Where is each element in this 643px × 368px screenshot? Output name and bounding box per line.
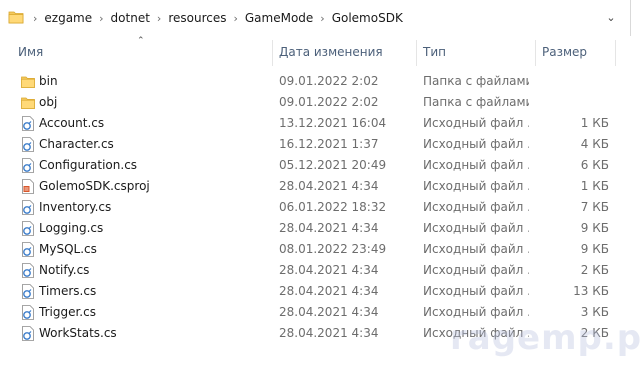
file-date: 28.04.2021 4:34 — [279, 305, 379, 319]
file-row[interactable]: Account.cs 13.12.2021 16:04 Исходный файл … — [0, 113, 643, 134]
file-date: 08.01.2022 23:49 — [279, 242, 387, 256]
file-type: Исходный файл ... — [423, 221, 529, 235]
breadcrumb-item[interactable]: resources — [168, 11, 226, 25]
chevron-right-icon[interactable]: › — [320, 12, 324, 25]
file-name: bin — [39, 74, 58, 88]
file-type: Исходный файл ... — [423, 158, 529, 172]
breadcrumb-item[interactable]: ezgame — [44, 11, 92, 25]
column-divider[interactable] — [615, 40, 616, 66]
cs-file-icon — [21, 221, 35, 236]
file-size: 9 КБ — [580, 221, 609, 235]
file-name: obj — [39, 95, 58, 109]
cs-file-icon — [21, 137, 35, 152]
file-type: Папка с файлами — [423, 74, 529, 88]
file-name: WorkStats.cs — [39, 326, 117, 340]
file-type: Исходный файл ... — [423, 137, 529, 151]
file-type: Исходный файл ... — [423, 116, 529, 130]
cs-file-icon — [21, 326, 35, 341]
column-divider[interactable] — [272, 40, 273, 66]
chevron-right-icon[interactable]: › — [99, 12, 103, 25]
address-bar[interactable]: › ezgame › dotnet › resources › GameMode › Golemo… — [0, 0, 643, 36]
cs-file-icon — [21, 263, 35, 278]
file-date: 28.04.2021 4:34 — [279, 284, 379, 298]
file-date: 13.12.2021 16:04 — [279, 116, 387, 130]
file-type: Исходный файл ... — [423, 242, 529, 256]
file-name: Account.cs — [39, 116, 105, 130]
chevron-right-icon[interactable]: › — [33, 12, 37, 25]
breadcrumb-item[interactable]: GolemoSDK — [332, 11, 403, 25]
file-row[interactable]: Configuration.cs 05.12.2021 20:49 Исходный… — [0, 155, 643, 176]
file-name: Trigger.cs — [39, 305, 96, 319]
file-row[interactable]: bin 09.01.2022 2:02 Папка с файлами — [0, 71, 643, 92]
breadcrumb-item[interactable]: GameMode — [245, 11, 313, 25]
file-size: 6 КБ — [580, 158, 609, 172]
file-date: 28.04.2021 4:34 — [279, 179, 379, 193]
cs-file-icon — [21, 242, 35, 257]
cs-file-icon — [21, 284, 35, 299]
file-list: bin 09.01.2022 2:02 Папка с файлами obj 09.0… — [0, 71, 643, 344]
file-row[interactable]: Inventory.cs 06.01.2022 18:32 Исходный фай… — [0, 197, 643, 218]
file-row[interactable]: GolemoSDK.csproj 28.04.2021 4:34 Исходный … — [0, 176, 643, 197]
file-date: 28.04.2021 4:34 — [279, 221, 379, 235]
file-name: MySQL.cs — [39, 242, 97, 256]
file-name: Character.cs — [39, 137, 114, 151]
cs-file-icon — [21, 200, 35, 215]
file-row[interactable]: obj 09.01.2022 2:02 Папка с файлами — [0, 92, 643, 113]
file-name: Notify.cs — [39, 263, 90, 277]
file-row[interactable]: Timers.cs 28.04.2021 4:34 Исходный файл ..… — [0, 281, 643, 302]
file-type: Исходный файл ... — [423, 284, 529, 298]
file-type: Папка с файлами — [423, 95, 529, 109]
file-name: Configuration.cs — [39, 158, 138, 172]
column-header-date[interactable]: Дата изменения — [279, 40, 383, 64]
column-divider[interactable] — [416, 40, 417, 66]
file-size: 1 КБ — [580, 116, 609, 130]
file-size: 9 КБ — [580, 242, 609, 256]
cs-file-icon — [21, 305, 35, 320]
file-date: 09.01.2022 2:02 — [279, 95, 379, 109]
folder-icon — [8, 11, 24, 24]
file-row[interactable]: Character.cs 16.12.2021 1:37 Исходный файл… — [0, 134, 643, 155]
column-divider[interactable] — [535, 40, 536, 66]
column-header-name[interactable]: Имя — [18, 40, 43, 64]
column-header-type[interactable]: Тип — [423, 40, 446, 64]
file-date: 05.12.2021 20:49 — [279, 158, 387, 172]
file-type: Исходный файл ... — [423, 263, 529, 277]
folder-icon — [21, 95, 35, 110]
file-size: 7 КБ — [580, 200, 609, 214]
file-type: Исходный файл ... — [423, 179, 529, 193]
file-date: 28.04.2021 4:34 — [279, 326, 379, 340]
file-row[interactable]: Notify.cs 28.04.2021 4:34 Исходный файл ..… — [0, 260, 643, 281]
breadcrumb-item[interactable]: dotnet — [111, 11, 150, 25]
breadcrumb: › ezgame › dotnet › resources › GameMode › Golemo… — [26, 9, 403, 27]
file-date: 06.01.2022 18:32 — [279, 200, 387, 214]
file-row[interactable]: MySQL.cs 08.01.2022 23:49 Исходный файл ..… — [0, 239, 643, 260]
file-size: 1 КБ — [580, 179, 609, 193]
file-date: 16.12.2021 1:37 — [279, 137, 379, 151]
file-name: Logging.cs — [39, 221, 104, 235]
csproj-file-icon — [21, 179, 35, 194]
file-name: GolemoSDK.csproj — [39, 179, 150, 193]
column-headers: Имя Дата изменения Тип Размер — [0, 40, 643, 66]
column-header-size[interactable]: Размер — [542, 40, 587, 64]
cs-file-icon — [21, 116, 35, 131]
file-type: Исходный файл ... — [423, 200, 529, 214]
file-name: Timers.cs — [39, 284, 97, 298]
file-size: 2 КБ — [580, 263, 609, 277]
chevron-down-icon[interactable]: ⌄ — [603, 10, 619, 26]
file-row[interactable]: Logging.cs 28.04.2021 4:34 Исходный файл .… — [0, 218, 643, 239]
file-size: 4 КБ — [580, 137, 609, 151]
watermark: ragemp.pro — [450, 318, 643, 358]
file-date: 09.01.2022 2:02 — [279, 74, 379, 88]
file-date: 28.04.2021 4:34 — [279, 263, 379, 277]
address-bar-edge — [630, 0, 643, 36]
chevron-right-icon[interactable]: › — [233, 12, 237, 25]
file-name: Inventory.cs — [39, 200, 112, 214]
folder-icon — [21, 74, 35, 89]
file-size: 13 КБ — [573, 284, 609, 298]
cs-file-icon — [21, 158, 35, 173]
chevron-right-icon[interactable]: › — [157, 12, 161, 25]
